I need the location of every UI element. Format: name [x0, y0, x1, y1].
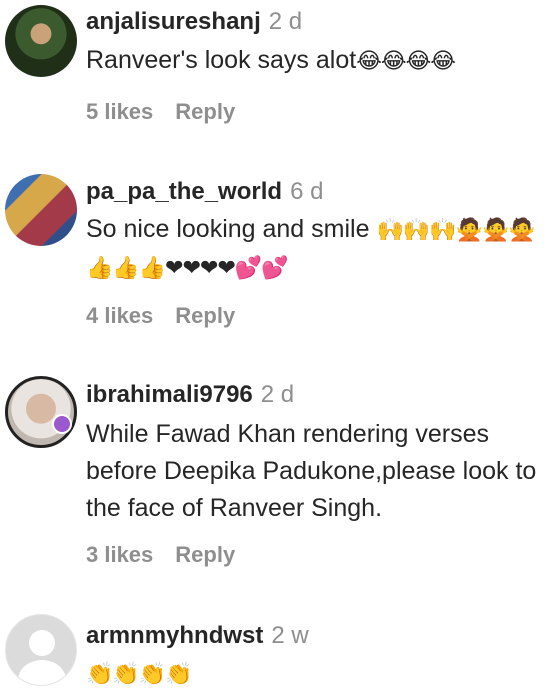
comment-timestamp: 2 d: [260, 381, 295, 408]
comment-emoji: 😂😂😂😂: [356, 49, 456, 74]
comment-text: While Fawad Khan rendering verses before…: [86, 416, 547, 527]
avatar[interactable]: [5, 5, 77, 77]
username-text[interactable]: armnmyhndwst: [86, 622, 263, 649]
comment-actions: 3 likes Reply: [86, 541, 235, 569]
comment-timestamp: 6 d: [290, 178, 324, 205]
comment-timestamp: 2 d: [268, 8, 303, 35]
reply-button[interactable]: Reply: [175, 303, 235, 328]
avatar-placeholder-body: [18, 660, 66, 685]
status-badge: [52, 414, 72, 434]
reply-button[interactable]: Reply: [175, 542, 235, 567]
comment-timestamp: 2 w: [271, 622, 309, 649]
comment-text: So nice looking and smile 🙌🙌🙌🙅🙅🙅👍👍👍❤❤❤❤💕…: [86, 211, 547, 287]
avatar[interactable]: [5, 174, 77, 246]
avatar[interactable]: [5, 614, 77, 686]
comment-username[interactable]: anjalisureshanj 2 d: [86, 7, 302, 37]
username-text[interactable]: pa_pa_the_world: [86, 178, 282, 205]
username-text[interactable]: ibrahimali9796: [86, 381, 253, 408]
comment-username[interactable]: armnmyhndwst 2 w: [86, 621, 309, 651]
comment-body: Ranveer's look says alot: [86, 46, 357, 74]
comment-body: So nice looking and smile: [86, 215, 370, 243]
likes-count[interactable]: 4 likes: [86, 303, 153, 328]
comment-username[interactable]: ibrahimali9796 2 d: [86, 380, 294, 410]
comment-emoji: 👏👏👏👏: [86, 662, 193, 687]
avatar-placeholder-icon: [29, 630, 55, 656]
likes-count[interactable]: 5 likes: [86, 99, 153, 124]
comment-username[interactable]: pa_pa_the_world 6 d: [86, 177, 323, 207]
avatar[interactable]: [5, 376, 77, 448]
username-text[interactable]: anjalisureshanj: [86, 8, 261, 35]
comment-actions: 4 likes Reply: [86, 302, 235, 330]
reply-button[interactable]: Reply: [175, 99, 235, 124]
comment-body: While Fawad Khan rendering verses before…: [86, 420, 537, 522]
comment-text: Ranveer's look says alot😂😂😂😂: [86, 42, 547, 80]
likes-count[interactable]: 3 likes: [86, 542, 153, 567]
comment-actions: 5 likes Reply: [86, 98, 235, 126]
comment-text: 👏👏👏👏: [86, 655, 547, 693]
